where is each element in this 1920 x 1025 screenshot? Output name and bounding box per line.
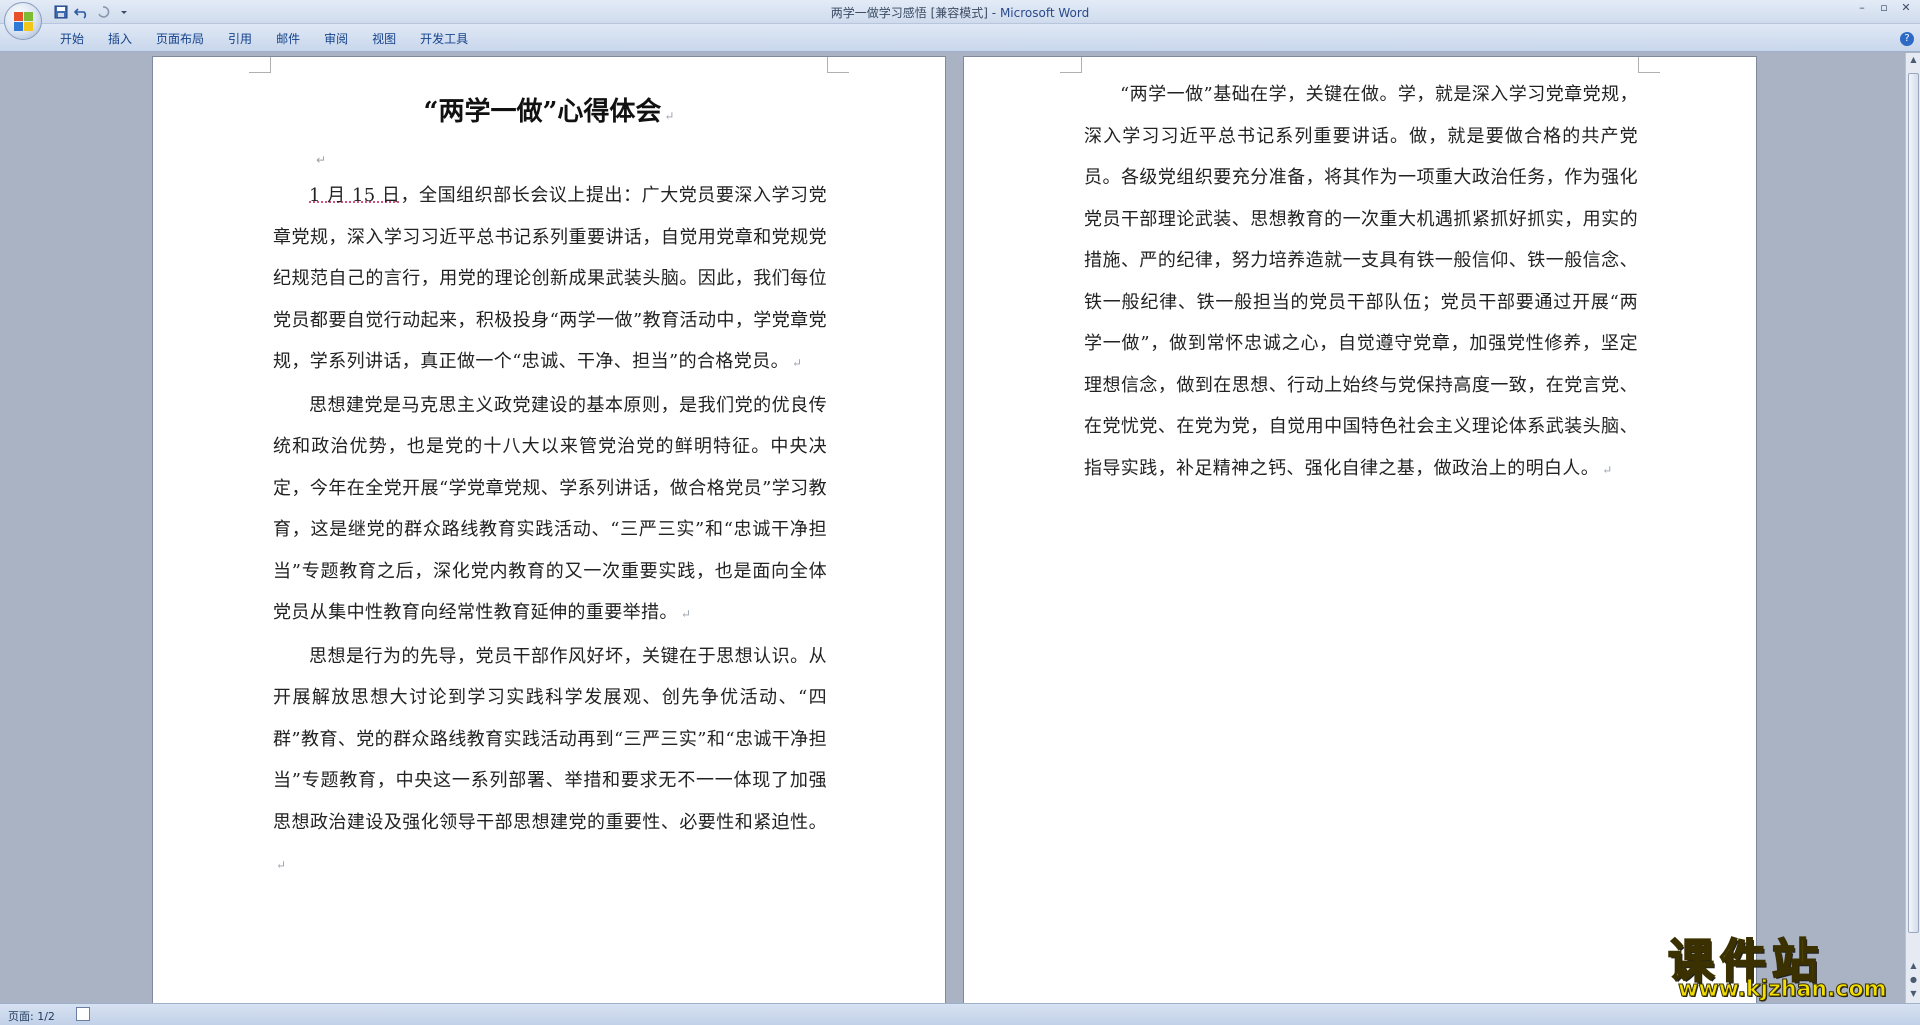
watermark: 课件站 www.kjzhan.com xyxy=(1667,925,1908,1003)
scroll-thumb[interactable] xyxy=(1908,73,1919,933)
title-bar: 两学一做学习感悟 [兼容模式] - Microsoft Word – ▫ ✕ xyxy=(0,0,1920,24)
office-button[interactable] xyxy=(4,2,42,40)
crop-mark xyxy=(827,57,849,73)
next-page-icon[interactable]: ▼ xyxy=(1907,989,1920,1001)
date-text: 1 月 15 日 xyxy=(309,185,401,206)
tab-home[interactable]: 开始 xyxy=(48,30,96,47)
macro-record-icon[interactable] xyxy=(76,1007,90,1021)
window-controls: – ▫ ✕ xyxy=(1852,1,1916,17)
tab-review[interactable]: 审阅 xyxy=(312,30,360,47)
browse-object-icon[interactable]: ● xyxy=(1907,975,1920,987)
watermark-url: www.kjzhan.com xyxy=(1678,977,1888,1003)
page-1-body: 1 月 15 日，全国组织部长会议上提出：广大党员要深入学习党章党规，深入学习习… xyxy=(273,175,827,887)
crop-mark xyxy=(1060,57,1082,73)
paragraph: “两学一做”基础在学，关键在做。学，就是深入学习党章党规，深入学习习近平总书记系… xyxy=(1084,84,1638,479)
page-2-body: “两学一做”基础在学，关键在做。学，就是深入学习党章党规，深入学习习近平总书记系… xyxy=(1084,74,1638,491)
tab-view[interactable]: 视图 xyxy=(360,30,408,47)
status-bar: 页面: 1/2 xyxy=(0,1003,1920,1025)
maximize-button[interactable]: ▫ xyxy=(1874,1,1894,17)
close-button[interactable]: ✕ xyxy=(1896,1,1916,17)
paragraph: 1 月 15 日，全国组织部长会议上提出：广大党员要深入学习党章党规，深入学习习… xyxy=(273,185,827,372)
paragraph: 思想是行为的先导，党员干部作风好坏，关键在于思想认识。从开展解放思想大讨论到学习… xyxy=(273,645,827,873)
previous-page-icon[interactable]: ▲ xyxy=(1907,961,1920,973)
paragraph: 思想建党是马克思主义政党建设的基本原则，是我们党的优良传统和政治优势，也是党的十… xyxy=(273,394,827,624)
ribbon-tab-bar: 开始 插入 页面布局 引用 邮件 审阅 视图 开发工具 ? xyxy=(0,24,1920,52)
document-page-1[interactable]: “两学一做”心得体会 ↵ ↵ 1 月 15 日，全国组织部长会议上提出：广大党员要… xyxy=(152,56,946,1003)
tab-mailings[interactable]: 邮件 xyxy=(264,30,312,47)
crop-mark xyxy=(249,57,271,73)
paragraph-mark: ↵ xyxy=(316,153,327,167)
tab-page-layout[interactable]: 页面布局 xyxy=(144,30,216,47)
crop-mark xyxy=(1638,57,1660,73)
document-title: “两学一做”心得体会 ↵ xyxy=(423,97,675,127)
tab-developer[interactable]: 开发工具 xyxy=(408,30,480,47)
office-logo-icon xyxy=(14,12,34,32)
document-area: “两学一做”心得体会 ↵ ↵ 1 月 15 日，全国组织部长会议上提出：广大党员要… xyxy=(0,53,1905,1003)
scroll-up-icon[interactable]: ▲ xyxy=(1907,55,1920,67)
paragraph-mark: ↵ xyxy=(664,109,675,123)
tab-insert[interactable]: 插入 xyxy=(96,30,144,47)
page-count[interactable]: 页面: 1/2 xyxy=(8,1008,55,1024)
vertical-scrollbar[interactable]: ▲ ▲ ● ▼ xyxy=(1905,53,1920,1003)
tab-references[interactable]: 引用 xyxy=(216,30,264,47)
document-page-2[interactable]: “两学一做”基础在学，关键在做。学，就是深入学习党章党规，深入学习习近平总书记系… xyxy=(963,56,1757,1003)
minimize-button[interactable]: – xyxy=(1852,1,1872,17)
window-title: 两学一做学习感悟 [兼容模式] - Microsoft Word xyxy=(830,6,1090,20)
help-icon[interactable]: ? xyxy=(1900,32,1914,46)
